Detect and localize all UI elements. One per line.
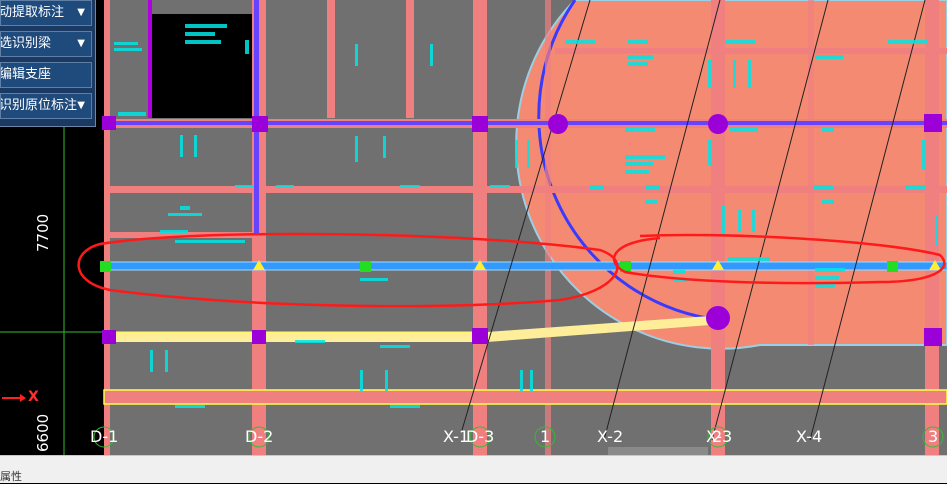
x-axis-label: X	[28, 389, 39, 405]
dropdown-arrow-icon[interactable]: ▼	[77, 94, 85, 118]
round-column[interactable]	[708, 114, 728, 134]
axis-label-1: 1	[540, 427, 551, 446]
round-column[interactable]	[548, 114, 568, 134]
properties-bar: 属性	[0, 455, 947, 483]
beam-tools-panel: 动提取标注 ▼ 选识别梁 ▼ 编辑支座 识别原位标注 ▼	[0, 0, 96, 127]
beam-vertical-minor-a[interactable]	[327, 0, 335, 118]
edit-support-button[interactable]: 编辑支座	[0, 62, 92, 88]
column[interactable]	[102, 330, 116, 344]
axis-label-d2: D-2	[245, 427, 274, 446]
axis-label-x2: X-2	[597, 427, 624, 446]
beam-vertical-left[interactable]	[104, 0, 110, 455]
dimension-label-lower: 6600	[34, 413, 52, 452]
support-marker-green[interactable]	[100, 261, 111, 272]
round-column[interactable]	[706, 306, 730, 330]
support-marker-green[interactable]	[360, 261, 371, 272]
auto-extract-annotation-button[interactable]: 动提取标注 ▼	[0, 0, 92, 26]
dimension-label-upper: 7700	[34, 213, 52, 252]
column[interactable]	[924, 328, 942, 346]
axis-label-d1: D-1	[90, 427, 119, 446]
menu-label: 动提取标注	[0, 5, 65, 20]
column[interactable]	[472, 328, 488, 344]
dropdown-arrow-icon[interactable]: ▼	[77, 1, 85, 25]
beam-horizontal-lower[interactable]	[103, 389, 947, 405]
beam-horizontal-upper-slab[interactable]	[555, 48, 947, 54]
cad-drawing-canvas[interactable]	[0, 0, 947, 455]
column[interactable]	[252, 116, 268, 132]
wall-opening-left	[148, 0, 152, 118]
beam-vertical-minor-b[interactable]	[406, 0, 414, 118]
dropdown-arrow-icon[interactable]: ▼	[77, 32, 85, 56]
column[interactable]	[924, 114, 942, 132]
menu-label: 选识别梁	[0, 36, 52, 51]
axis-label-3: 3	[928, 427, 939, 446]
beam-vertical-minor-c[interactable]	[545, 0, 551, 455]
axis-label-2: 2	[712, 427, 723, 446]
axis-label-x4: X-4	[796, 427, 823, 446]
menu-label: 编辑支座	[0, 67, 52, 82]
column[interactable]	[102, 116, 116, 130]
column[interactable]	[472, 116, 488, 132]
column[interactable]	[252, 330, 266, 344]
menu-label: 识别原位标注	[0, 98, 78, 113]
wall-top	[104, 121, 947, 125]
opening-stub	[195, 78, 210, 118]
select-identify-beam-button[interactable]: 选识别梁 ▼	[0, 31, 92, 57]
identify-in-situ-annotation-button[interactable]: 识别原位标注 ▼	[0, 93, 92, 119]
support-marker-green[interactable]	[887, 261, 898, 272]
axis-label-d3: D-3	[466, 427, 495, 446]
horizontal-scrollbar-thumb[interactable]	[608, 447, 708, 455]
